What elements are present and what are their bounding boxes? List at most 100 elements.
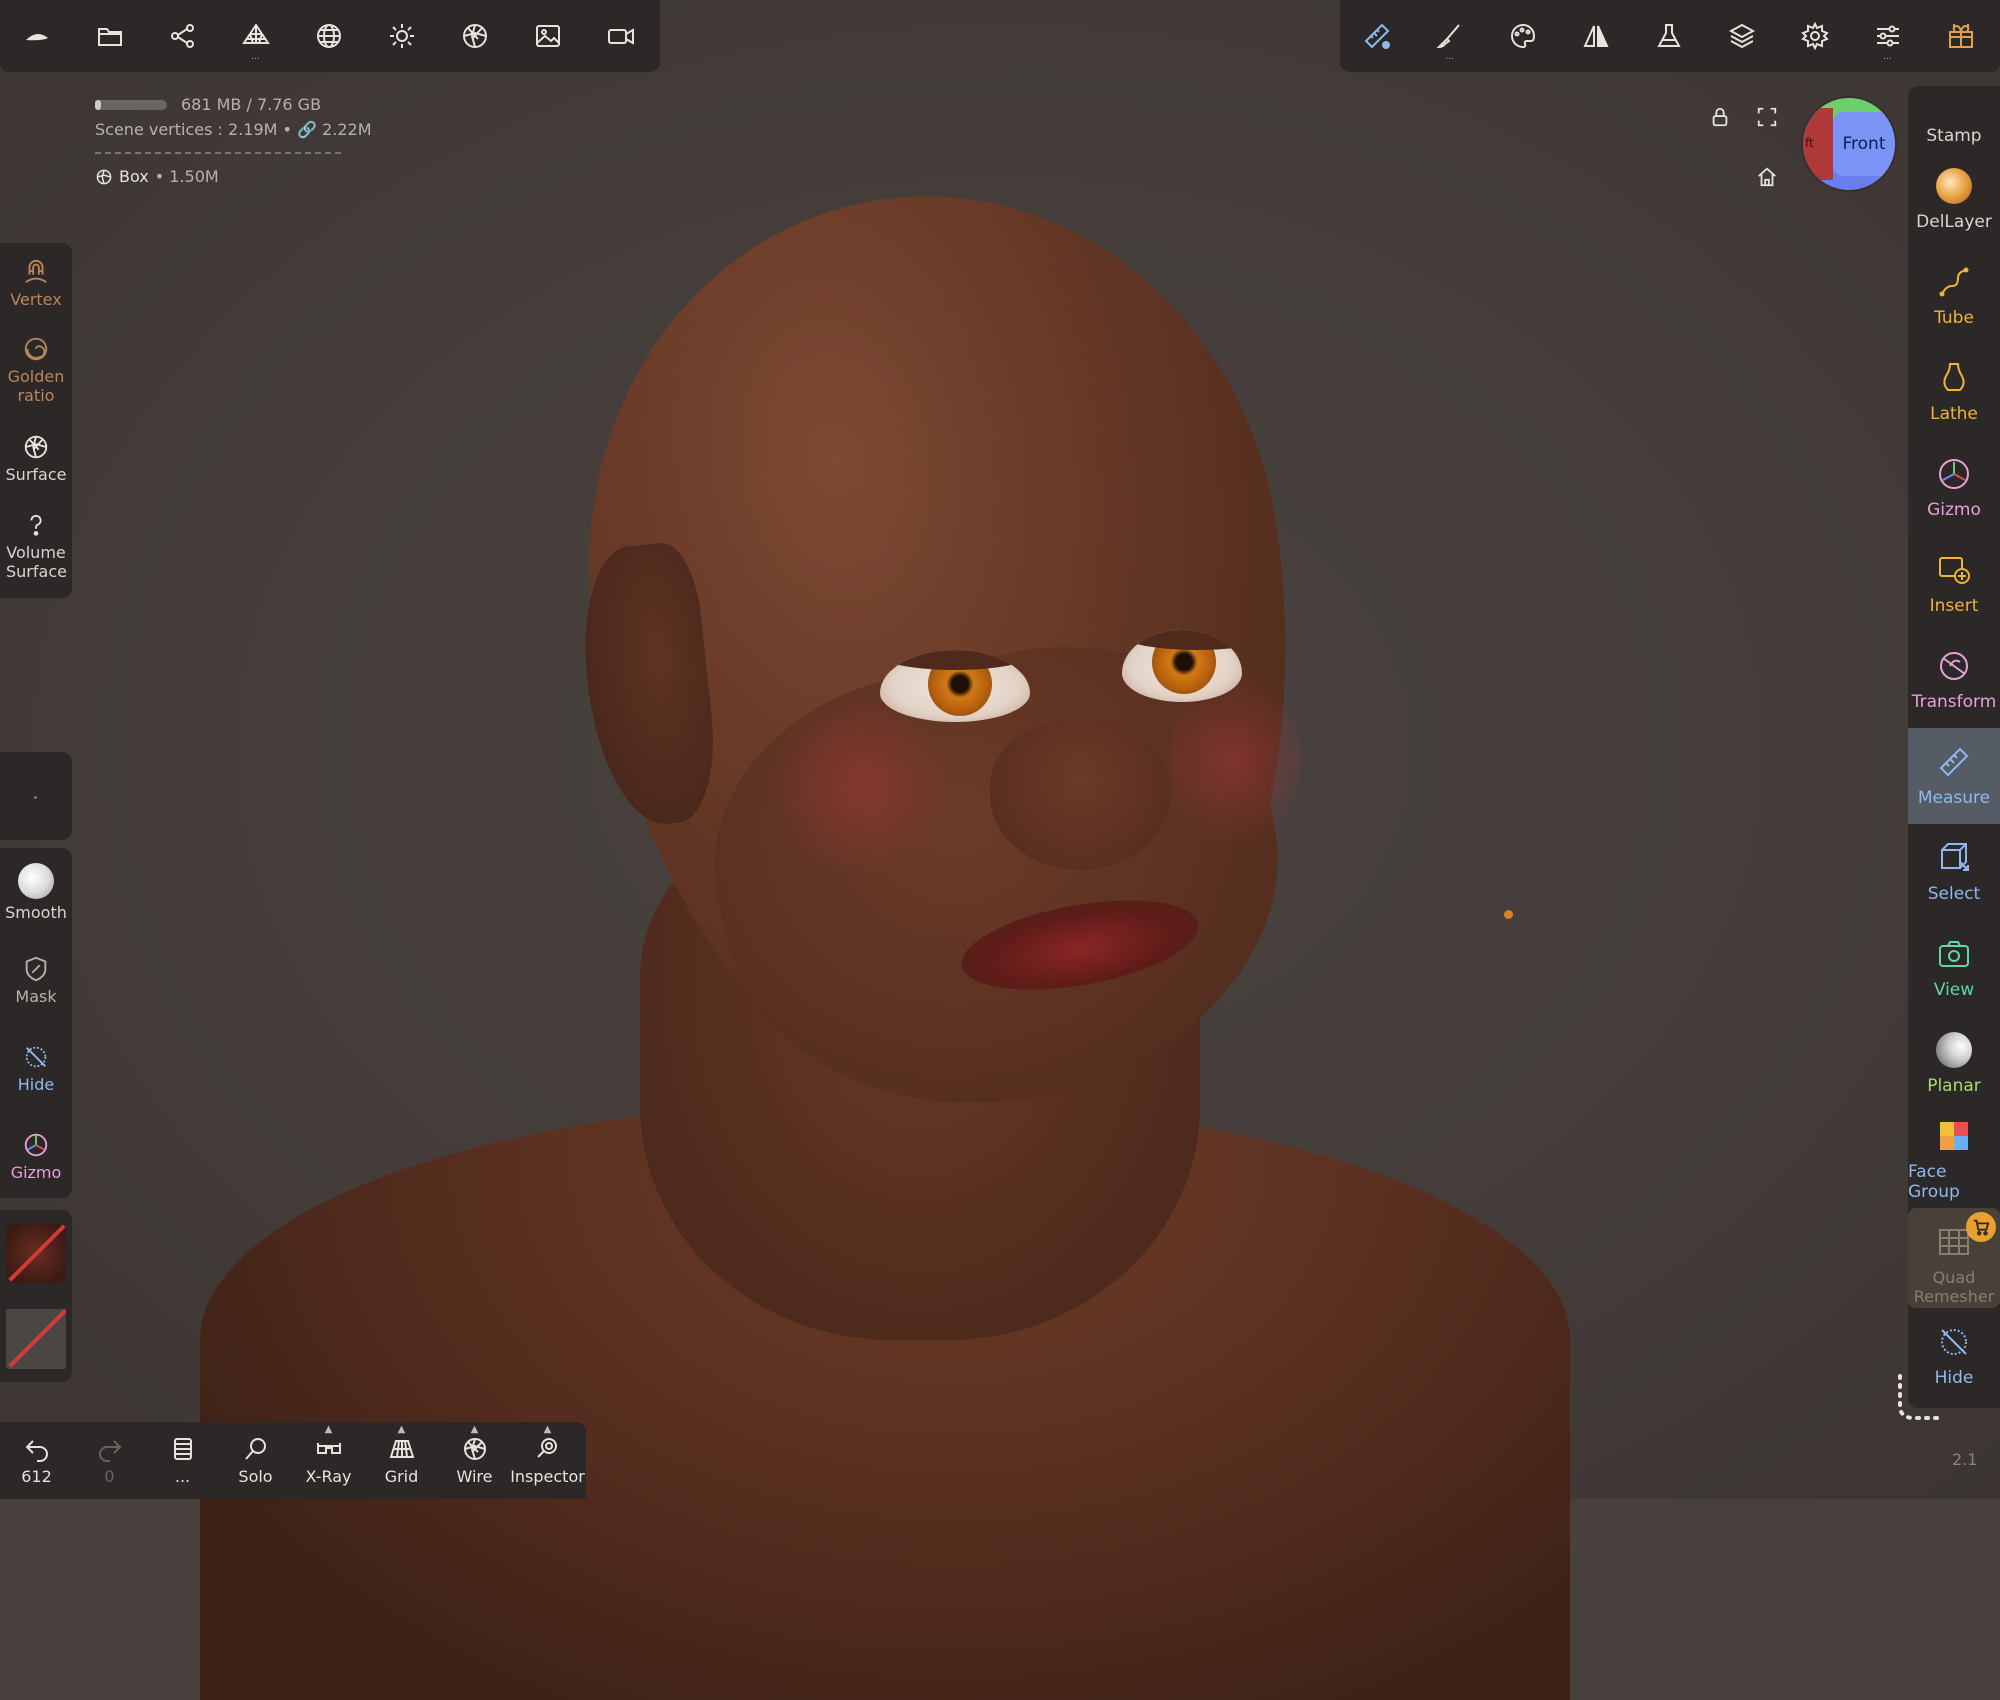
xray-button[interactable]: ▲ X-Ray [292,1422,365,1499]
gizmo-tool[interactable]: Gizmo [0,1112,72,1200]
volume-surface-tool[interactable]: Volume Surface [0,499,72,593]
flask-icon[interactable] [1632,0,1705,72]
surface-tool-label: Surface [5,464,67,484]
light-icon[interactable] [365,0,438,72]
view-tool[interactable]: View [1908,920,2000,1016]
shopping-cart-icon[interactable] [1966,1212,1996,1242]
measure-tool[interactable]: Measure [1908,728,2000,824]
sliders-icon[interactable]: ... [1851,0,1924,72]
redo-icon [98,1440,121,1462]
insert-icon [1939,557,1970,584]
topology-more-dots: ... [251,52,260,62]
view-cube[interactable]: ft Front [1803,98,1895,190]
wire-caret-icon: ▲ [470,1424,479,1435]
symmetry-icon[interactable] [1559,0,1632,72]
undo-button[interactable]: 612 [0,1422,73,1499]
tube-tool[interactable]: Tube [1908,248,2000,344]
surface-tool[interactable]: Surface [0,417,72,499]
insert-tool-label: Insert [1929,596,1979,616]
topology-icon[interactable]: ... [219,0,292,72]
model-eye-right [1122,630,1242,702]
smooth-tool-label: Smooth [5,902,67,922]
face-group-tool[interactable]: Face Group [1908,1112,2000,1208]
golden-ratio-label: Golden ratio [7,367,65,405]
grid-button[interactable]: ▲ Grid [365,1422,438,1499]
left-panel-handle[interactable] [0,752,72,840]
color-swatch-preview [6,1223,66,1283]
notebook-icon [173,1438,192,1460]
view-cube-front-face[interactable]: Front [1833,112,1895,176]
wire-label: Wire [456,1467,493,1486]
background-image-icon[interactable] [511,0,584,72]
camera-icon[interactable] [584,0,657,72]
golden-ratio-tool[interactable]: Golden ratio [0,323,72,417]
inspector-caret-icon: ▲ [543,1424,552,1435]
settings-gear-icon[interactable] [1778,0,1851,72]
notebook-button[interactable]: ... [146,1422,219,1499]
fullscreen-icon [1757,107,1777,127]
select-tool[interactable]: Select [1908,824,2000,920]
gizmo-right-label: Gizmo [1927,500,1981,520]
left-tool-panel-bottom: Smooth Mask Hide Gizmo [0,848,72,1198]
dellayer-icon [1936,168,1972,204]
info-separator [95,152,341,154]
select-icon [1941,843,1969,871]
shading-icon[interactable] [438,0,511,72]
smooth-tool[interactable]: Smooth [0,848,72,936]
app-version: 2.1 [1952,1450,1978,1469]
view-camera-icon [1939,941,1969,967]
redo-button[interactable]: 0 [73,1422,146,1499]
xray-caret-icon: ▲ [324,1424,333,1435]
color-swatch[interactable] [0,1210,72,1296]
quad-remesher-tool[interactable]: Quad Remesher [1908,1208,2000,1308]
gizmo-right-tool[interactable]: Gizmo [1908,440,2000,536]
model-eye-left [880,650,1030,722]
face-group-icon [1940,1122,1968,1150]
quad-remesher-label: Quad Remesher [1913,1268,1995,1306]
solo-button[interactable]: Solo [219,1422,292,1499]
brush-icon[interactable]: ... [1413,0,1486,72]
pivot-point[interactable] [1504,910,1513,919]
dellayer-tool-label: DelLayer [1916,212,1992,232]
tube-icon [1939,267,1969,297]
folder-icon[interactable] [73,0,146,72]
stamp-tool[interactable]: Stamp [1908,86,2000,152]
lathe-vase-icon [1943,363,1965,391]
spiral-icon [24,337,48,361]
nomad-logo-icon[interactable] [0,0,73,72]
active-object-row[interactable]: Box • 1.50M [95,164,372,189]
palette-icon[interactable] [1486,0,1559,72]
gizmo-icon [24,1133,48,1156]
measure-ruler-icon[interactable] [1340,0,1413,72]
dellayer-tool[interactable]: DelLayer [1908,152,2000,248]
solo-label: Solo [238,1467,273,1486]
solo-search-icon [244,1438,266,1460]
inspector-button[interactable]: ▲ Inspector [510,1422,585,1499]
sculpt-model-head[interactable] [0,0,2000,1700]
mesh-sphere-icon[interactable] [292,0,365,72]
hide-tool[interactable]: Hide [0,1024,72,1112]
scene-graph-icon[interactable] [146,0,219,72]
material-swatch-preview [6,1309,66,1369]
active-object-vertices: • 1.50M [154,167,219,186]
planar-tool[interactable]: Planar [1908,1016,2000,1112]
material-swatch[interactable] [0,1296,72,1382]
home-view-button[interactable] [1750,160,1784,194]
active-object-name: Box [119,167,149,186]
bottom-toolbar: 612 0 ... Solo ▲ X-Ray ▲ Grid ▲ Wire ▲ I… [0,1422,586,1499]
fullscreen-button[interactable] [1750,100,1784,134]
transform-tool[interactable]: Transform [1908,632,2000,728]
vertex-tool[interactable]: Vertex [0,243,72,323]
undo-count: 612 [21,1467,52,1486]
layers-icon[interactable] [1705,0,1778,72]
magnet-icon [25,259,47,283]
planar-icon [1936,1032,1972,1068]
wire-button[interactable]: ▲ Wire [438,1422,511,1499]
smooth-ball-icon [18,862,54,899]
lock-camera-button[interactable] [1703,100,1737,134]
insert-tool[interactable]: Insert [1908,536,2000,632]
lathe-tool[interactable]: Lathe [1908,344,2000,440]
memory-usage-text: 681 MB / 7.76 GB [181,95,322,114]
mask-tool[interactable]: Mask [0,936,72,1024]
gift-icon[interactable] [1924,0,1997,72]
